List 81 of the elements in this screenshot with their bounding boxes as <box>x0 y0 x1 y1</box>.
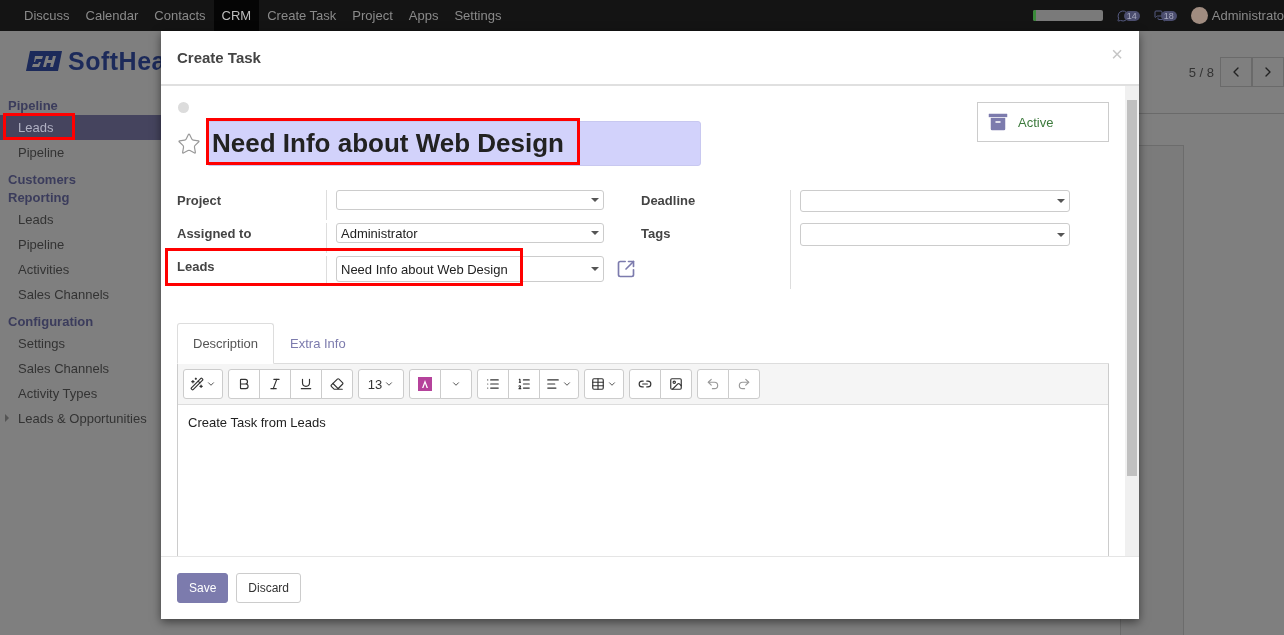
color-dropdown-button[interactable] <box>440 369 472 399</box>
nav-menu-item[interactable]: CRM <box>213 0 260 31</box>
nav-menu-item[interactable]: Discuss <box>16 0 78 31</box>
select-field[interactable] <box>800 190 1070 212</box>
field-label: Project <box>177 190 327 220</box>
nav-menu-item[interactable]: Settings <box>446 0 510 31</box>
description-editor[interactable]: 13 Create Task from Leads <box>177 364 1109 556</box>
nav-menu-item[interactable]: Create Task <box>259 0 345 31</box>
font-color-icon <box>418 377 432 391</box>
font-color-button[interactable] <box>409 369 441 399</box>
status-dot[interactable] <box>178 102 189 113</box>
message-count: 18 <box>1160 10 1177 21</box>
archive-icon <box>986 110 1010 134</box>
table-icon <box>591 377 605 391</box>
image-icon <box>669 377 683 391</box>
italic-button[interactable] <box>259 369 291 399</box>
tab[interactable]: Extra Info <box>274 323 362 364</box>
progress-bar <box>1032 10 1103 21</box>
dialog-title: Create Task <box>177 49 261 66</box>
italic-icon <box>268 377 282 391</box>
link-icon <box>638 377 652 391</box>
pager-text: 5 / 8 <box>1188 64 1214 80</box>
sidebar-section-title: Customers Reporting <box>7 171 77 207</box>
eraser-button[interactable] <box>321 369 353 399</box>
active-button[interactable]: Active <box>977 102 1109 142</box>
activity-count: 14 <box>1123 10 1140 21</box>
external-link-icon[interactable] <box>616 259 636 279</box>
field-label: Deadline <box>641 190 791 223</box>
table-button[interactable] <box>584 369 624 399</box>
next-button[interactable] <box>1252 57 1284 87</box>
logo-icon <box>26 51 62 71</box>
logo-text: SoftHea <box>68 46 166 76</box>
caret-icon <box>607 379 617 389</box>
underline-button[interactable] <box>290 369 322 399</box>
undo-button[interactable] <box>697 369 729 399</box>
tab[interactable]: Description <box>177 323 275 364</box>
caret-icon <box>384 379 395 389</box>
caret-icon <box>206 379 216 389</box>
nav-menu-item[interactable]: Project <box>344 0 401 31</box>
nav-menu-item[interactable]: Contacts <box>146 0 214 31</box>
sidebar-section-title: Pipeline <box>7 97 59 115</box>
field-label: Leads <box>177 256 327 286</box>
select-field[interactable] <box>336 190 604 210</box>
nav-menu-item[interactable]: Calendar <box>77 0 147 31</box>
bold-icon <box>237 377 251 391</box>
user-avatar[interactable] <box>1190 7 1208 24</box>
bullet-list-icon <box>486 377 500 391</box>
image-button[interactable] <box>660 369 692 399</box>
underline-icon <box>299 377 313 391</box>
align-left-icon <box>546 377 560 391</box>
bullet-list-button[interactable] <box>477 369 509 399</box>
field-label: Assigned to <box>177 223 327 253</box>
bold-button[interactable] <box>228 369 260 399</box>
style-button[interactable] <box>183 369 223 399</box>
link-button[interactable] <box>629 369 661 399</box>
select-field[interactable]: Administrator <box>336 223 604 243</box>
caret-icon <box>451 379 461 389</box>
field-label: Tags <box>641 223 791 289</box>
scrollbar[interactable] <box>1125 86 1139 556</box>
numbered-list-button[interactable] <box>508 369 540 399</box>
activity-icon[interactable] <box>1116 9 1129 22</box>
select-field[interactable] <box>800 223 1070 246</box>
redo-button[interactable] <box>728 369 760 399</box>
nav-menu-item[interactable]: Apps <box>400 0 447 31</box>
discard-button[interactable]: Discard <box>236 573 302 603</box>
redo-icon <box>737 377 751 391</box>
font-size-button[interactable]: 13 <box>358 369 404 399</box>
eraser-icon <box>330 377 344 391</box>
align-button[interactable] <box>539 369 579 399</box>
previous-button[interactable] <box>1220 57 1252 87</box>
star-icon[interactable] <box>177 131 201 156</box>
user-name[interactable]: Administrato <box>1211 8 1284 23</box>
save-button[interactable]: Save <box>177 573 229 603</box>
magic-wand-icon <box>190 377 204 391</box>
task-name-field[interactable]: Need Info about Web Design <box>207 121 701 166</box>
undo-icon <box>706 377 720 391</box>
numbered-list-icon <box>517 377 531 391</box>
sidebar-section-title: Configuration <box>7 313 95 331</box>
description-text: Create Task from Leads <box>187 414 327 432</box>
caret-icon <box>562 379 572 389</box>
select-field[interactable]: Need Info about Web Design <box>336 256 604 282</box>
